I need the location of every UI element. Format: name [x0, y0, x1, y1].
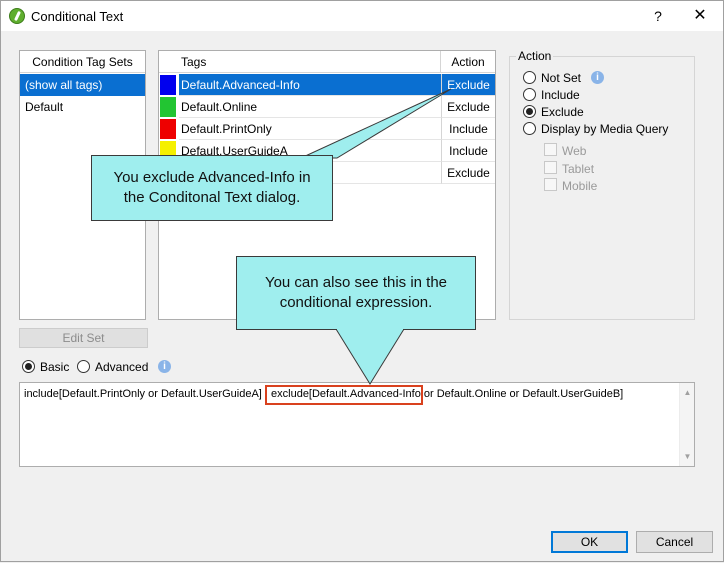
table-row[interactable]: Default.PrintOnly Include: [159, 118, 495, 140]
radio-include[interactable]: [523, 88, 536, 101]
tag-action[interactable]: Exclude: [441, 96, 495, 118]
checkbox-web[interactable]: [544, 143, 557, 156]
callout-exclude-tag: You exclude Advanced-Info in the Condito…: [91, 155, 333, 221]
tag-action[interactable]: Include: [441, 140, 495, 162]
conditional-text-dialog: Conditional Text ? ✕ Condition Tag Sets …: [0, 0, 724, 562]
expression-rest: or Default.Online or Default.UserGuideB]: [423, 388, 624, 400]
scroll-down-icon[interactable]: ▼: [680, 449, 695, 464]
radio-exclude-label: Exclude: [541, 105, 584, 119]
info-icon[interactable]: i: [591, 71, 604, 84]
checkbox-mobile-label: Mobile: [562, 179, 598, 193]
callout-seam-1: [302, 156, 332, 159]
callout-pointer-2: [335, 328, 405, 385]
title-bar: Conditional Text ? ✕: [1, 1, 723, 31]
tag-name: Default.Advanced-Info: [179, 74, 441, 96]
help-button[interactable]: ?: [647, 5, 669, 27]
action-column-header[interactable]: Action: [441, 51, 495, 73]
expression-scrollbar[interactable]: ▲ ▼: [679, 383, 694, 466]
radio-advanced-label: Advanced: [95, 360, 149, 374]
checkbox-tablet-label: Tablet: [562, 162, 595, 176]
tag-name: Default.Online: [179, 96, 441, 118]
close-button[interactable]: ✕: [689, 5, 711, 27]
app-logo-icon: [9, 8, 25, 24]
callout-2-line-2: conditional expression.: [279, 294, 433, 311]
tag-color-swatch: [160, 119, 176, 139]
radio-include-label: Include: [541, 88, 580, 102]
radio-display-by-media-query[interactable]: [523, 122, 536, 135]
action-group-legend: Action: [516, 49, 554, 63]
checkbox-tablet[interactable]: [544, 161, 557, 174]
tag-action[interactable]: Exclude: [441, 162, 495, 184]
expression-highlight-box: [265, 385, 423, 405]
radio-not-set[interactable]: [523, 71, 536, 84]
callout-seam-2: [337, 327, 403, 330]
tag-color-swatch: [160, 75, 176, 95]
sets-column-header: Condition Tag Sets: [20, 51, 145, 73]
tags-column-header[interactable]: Tags: [159, 51, 441, 73]
callout-expression: You can also see this in the conditional…: [236, 256, 476, 330]
edit-set-button[interactable]: Edit Set: [19, 328, 148, 348]
table-row[interactable]: Default.Online Exclude: [159, 96, 495, 118]
checkbox-mobile[interactable]: [544, 178, 557, 191]
radio-not-set-label: Not Set: [541, 71, 582, 85]
set-item-show-all-tags[interactable]: (show all tags): [20, 74, 145, 96]
window-title: Conditional Text: [31, 9, 124, 24]
info-icon[interactable]: i: [158, 360, 171, 373]
expression-include: include[Default.PrintOnly or Default.Use…: [24, 388, 272, 400]
callout-1-line-1: You exclude Advanced-Info in: [113, 169, 311, 186]
scroll-up-icon[interactable]: ▲: [680, 385, 695, 400]
radio-advanced[interactable]: [77, 360, 90, 373]
radio-basic-label: Basic: [40, 360, 70, 374]
callout-1-line-2: the Conditonal Text dialog.: [123, 189, 301, 206]
tag-action[interactable]: Exclude: [441, 74, 495, 96]
set-item-default[interactable]: Default: [20, 96, 145, 118]
radio-basic[interactable]: [22, 360, 35, 373]
action-group-box: [509, 56, 695, 320]
tag-action[interactable]: Include: [441, 118, 495, 140]
radio-display-by-media-query-label: Display by Media Query: [541, 122, 669, 136]
checkbox-web-label: Web: [562, 144, 587, 158]
ok-button[interactable]: OK: [551, 531, 628, 553]
table-row[interactable]: Default.Advanced-Info Exclude: [159, 74, 495, 96]
tag-color-swatch: [160, 97, 176, 117]
callout-2-line-1: You can also see this in the: [264, 274, 448, 291]
cancel-button[interactable]: Cancel: [636, 531, 713, 553]
radio-exclude[interactable]: [523, 105, 536, 118]
tag-name: Default.PrintOnly: [179, 118, 441, 140]
